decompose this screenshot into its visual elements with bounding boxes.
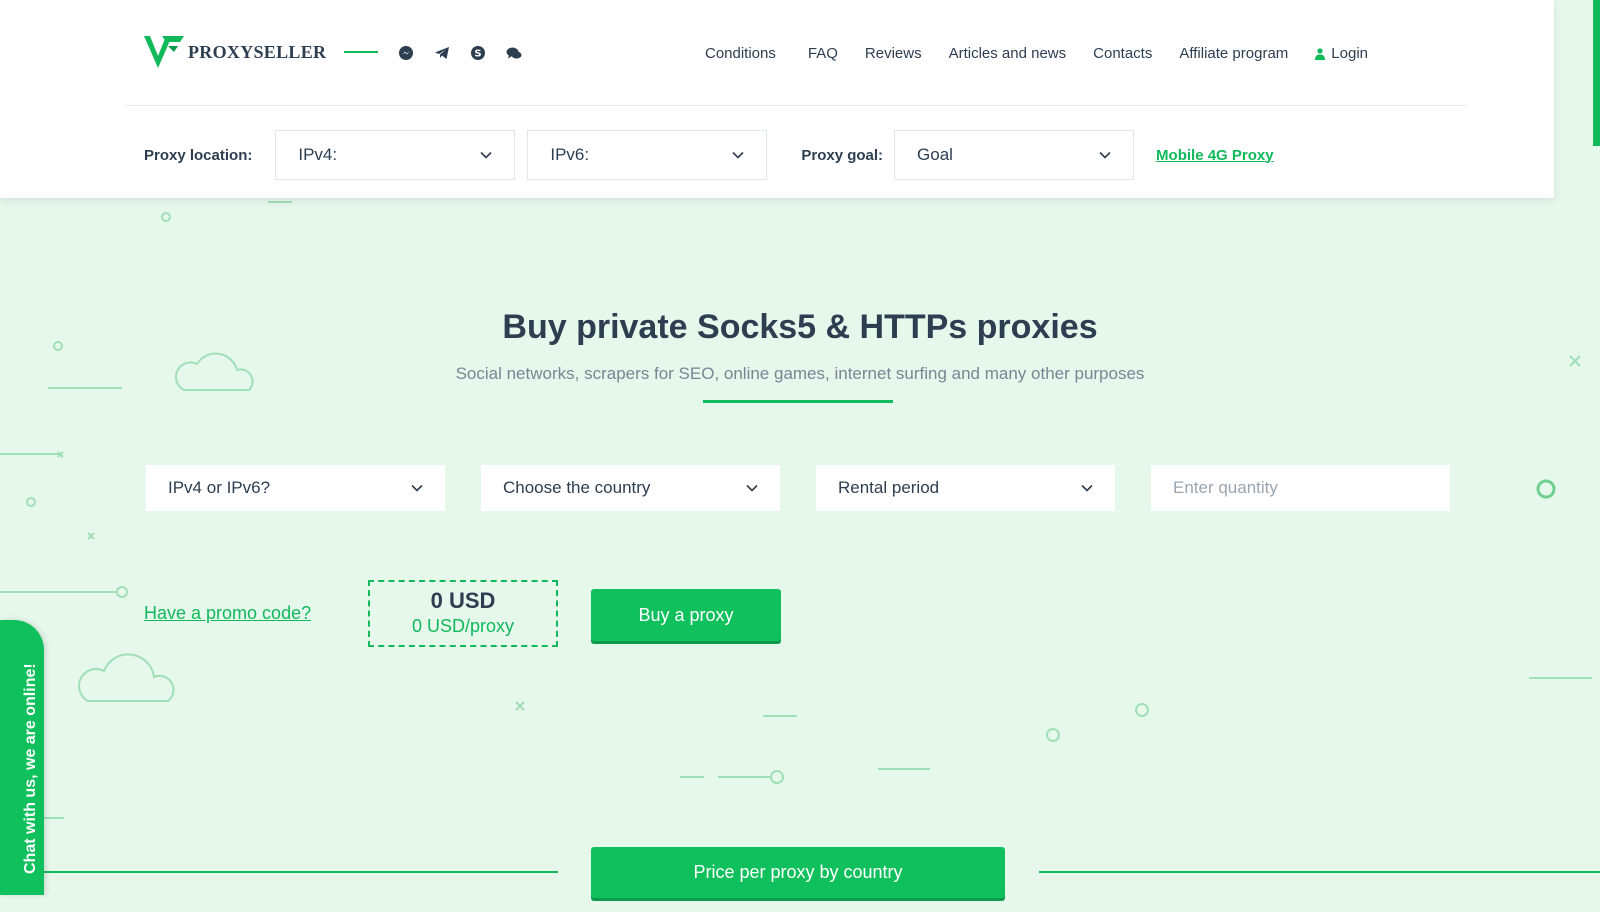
- chat-tab-label: Chat with us, we are online!: [22, 663, 39, 874]
- brand-name: PROXYSELLER: [188, 41, 327, 62]
- nav-contacts[interactable]: Contacts: [1093, 45, 1152, 62]
- main-nav: Conditions FAQ Reviews Articles and news…: [705, 45, 1368, 62]
- login-link[interactable]: Login: [1315, 45, 1368, 62]
- chevron-down-icon: [1099, 151, 1111, 159]
- proxy-filters: Proxy location: IPv4: IPv6: Proxy goal: …: [144, 130, 1274, 180]
- login-label: Login: [1331, 45, 1368, 62]
- goal-select-value: Goal: [917, 145, 953, 164]
- scroll-accent: [1593, 0, 1600, 146]
- site-header: PROXYSELLER S Conditions FAQ Reviews Art…: [0, 0, 1554, 198]
- proxy-goal-label: Proxy goal:: [801, 146, 884, 164]
- nav-articles[interactable]: Articles and news: [949, 45, 1067, 62]
- mobile-4g-proxy-link[interactable]: Mobile 4G Proxy: [1156, 147, 1274, 164]
- svg-text:S: S: [474, 49, 481, 60]
- chat-widget-tab[interactable]: Chat with us, we are online!: [0, 620, 44, 895]
- proxy-location-label: Proxy location:: [144, 146, 253, 164]
- header-divider: [344, 51, 378, 53]
- ipv6-location-select[interactable]: IPv6:: [527, 130, 768, 180]
- nav-conditions[interactable]: Conditions: [705, 45, 776, 62]
- telegram-icon[interactable]: [434, 45, 451, 62]
- chat-bubbles-icon[interactable]: [506, 45, 523, 62]
- chevron-down-icon: [732, 151, 744, 159]
- messenger-icon[interactable]: [398, 45, 415, 62]
- nav-reviews[interactable]: Reviews: [865, 45, 922, 62]
- nav-affiliate[interactable]: Affiliate program: [1179, 45, 1288, 62]
- chevron-down-icon: [480, 151, 492, 159]
- proxy-goal-select[interactable]: Goal: [894, 130, 1135, 180]
- ipv4-select-value: IPv4:: [298, 145, 338, 164]
- logo-mark-icon: [144, 36, 184, 68]
- ipv4-location-select[interactable]: IPv4:: [275, 130, 516, 180]
- user-icon: [1315, 47, 1326, 60]
- header-separator: [126, 105, 1466, 106]
- skype-icon[interactable]: S: [470, 45, 487, 62]
- nav-faq[interactable]: FAQ: [808, 45, 838, 62]
- logo[interactable]: PROXYSELLER: [144, 34, 326, 70]
- social-links: S: [398, 45, 523, 62]
- ipv6-select-value: IPv6:: [550, 145, 590, 164]
